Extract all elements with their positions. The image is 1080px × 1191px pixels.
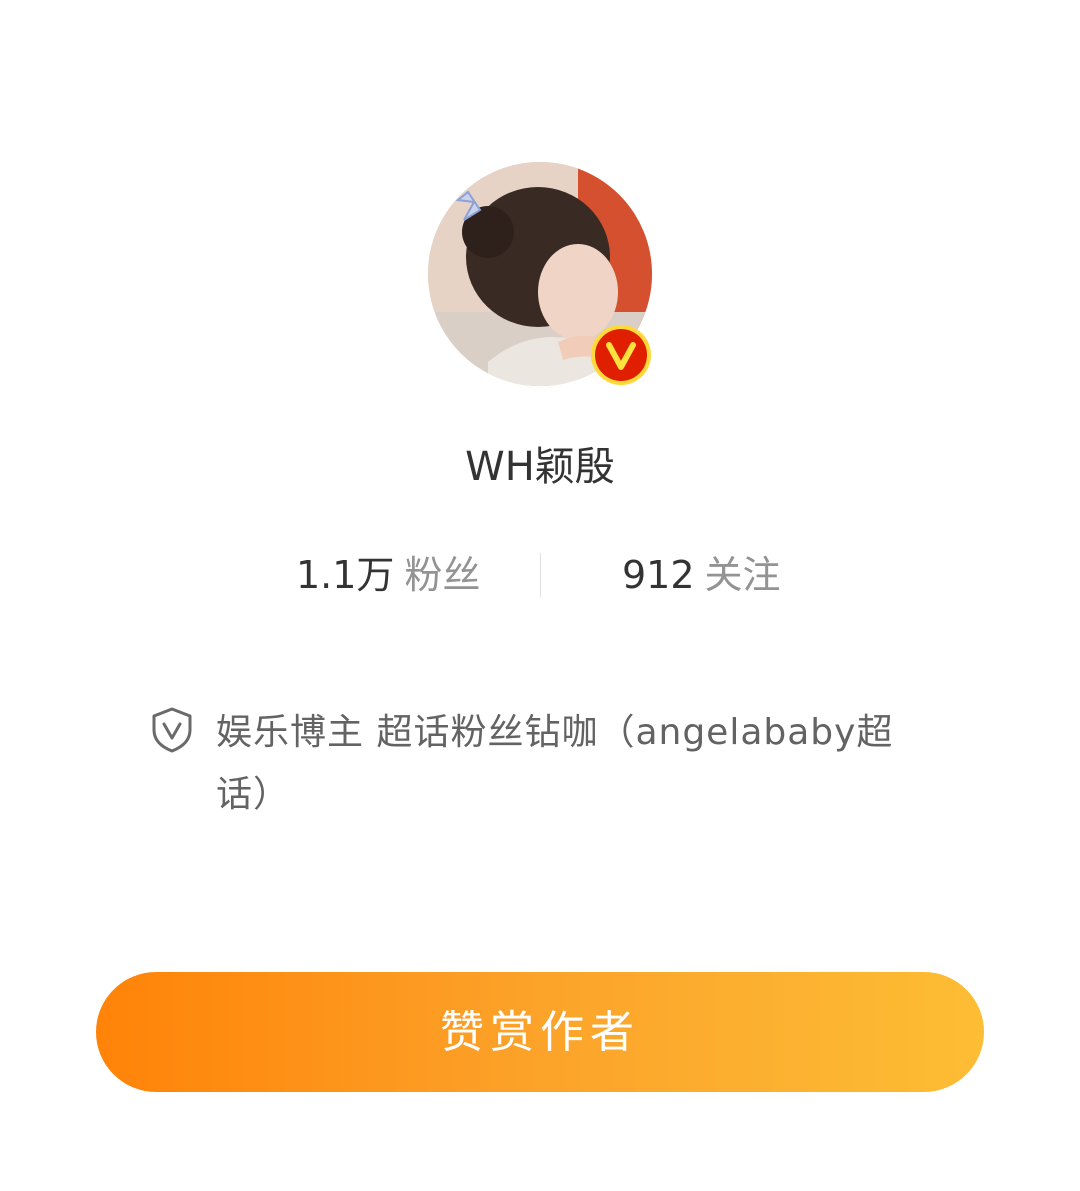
certification-text: 娱乐博主 超话粉丝钻咖（angelababy超话）: [216, 712, 894, 815]
avatar-container[interactable]: [428, 162, 654, 388]
reward-author-page: WH颖殷 1.1万 粉丝 912 关注 娱乐博主 超话粉丝钻咖（angelababy…: [0, 0, 1080, 1191]
fans-stat[interactable]: 1.1万 粉丝: [296, 545, 480, 605]
shield-v-icon: [152, 707, 192, 753]
stats-divider: [540, 553, 541, 597]
nickname: WH颖殷: [465, 444, 615, 490]
reward-author-button[interactable]: 赞赏作者: [96, 972, 984, 1092]
fans-label: 粉丝: [404, 553, 481, 597]
follow-label: 关注: [704, 553, 781, 597]
fans-count: 1.1万: [296, 553, 395, 597]
verified-badge-icon: [591, 325, 651, 385]
follow-stat[interactable]: 912 关注: [622, 545, 781, 605]
stats-row: 1.1万 粉丝 912 关注: [0, 545, 1080, 605]
follow-count: 912: [622, 553, 695, 597]
